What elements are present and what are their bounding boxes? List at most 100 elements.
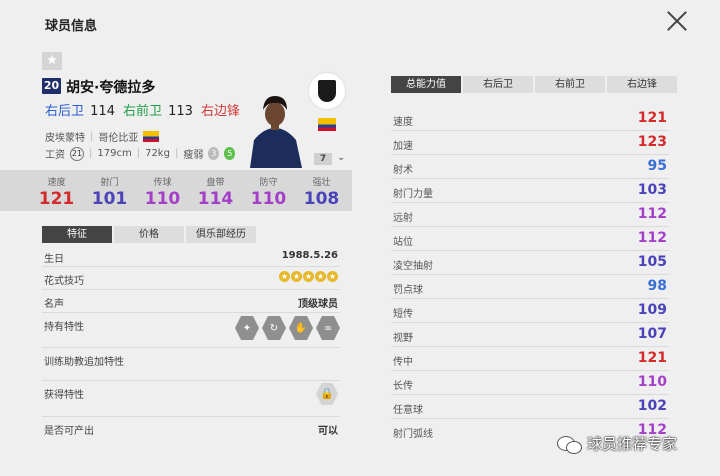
attribute-value: 102 xyxy=(637,398,667,414)
attribute-label: 短传 xyxy=(393,309,413,320)
attribute-value: 121 xyxy=(637,350,667,366)
attribute-value: 112 xyxy=(637,206,667,222)
attribute-value: 105 xyxy=(637,254,667,270)
attribute-row: 传中 121 xyxy=(391,347,669,371)
stat-value: 101 xyxy=(91,189,128,209)
position-rating: 右前卫 113 xyxy=(123,100,193,119)
favorite-star-icon[interactable]: ★ xyxy=(42,52,62,70)
attribute-label: 长传 xyxy=(393,381,413,392)
tab-overall[interactable]: 总能力值 xyxy=(391,76,461,93)
trait-icon[interactable]: ↻ xyxy=(262,316,286,340)
attribute-label: 射术 xyxy=(393,165,413,176)
watermark-text: 球员推荐专家 xyxy=(587,435,678,453)
attribute-label: 射门力量 xyxy=(393,189,433,200)
attribute-label: 视野 xyxy=(393,333,413,344)
stat-value: 110 xyxy=(144,189,181,209)
detail-label: 名声 xyxy=(44,299,64,310)
attribute-label: 罚点球 xyxy=(393,285,423,296)
attribute-row: 加速 123 xyxy=(391,131,669,155)
tab-rm[interactable]: 右前卫 xyxy=(535,76,605,93)
star-icon: ★ xyxy=(279,271,290,282)
stat-label: 盘带 xyxy=(206,178,225,188)
attribute-label: 站位 xyxy=(393,237,413,248)
stat-label: 传球 xyxy=(153,178,172,188)
chevron-down-icon[interactable]: ⌄ xyxy=(337,152,349,164)
detail-label: 生日 xyxy=(44,254,64,265)
attribute-label: 加速 xyxy=(393,141,413,152)
divider: | xyxy=(174,148,179,159)
trait-icon[interactable]: ✋ xyxy=(289,316,313,340)
wechat-icon xyxy=(557,434,582,454)
attribute-value: 107 xyxy=(637,326,667,342)
stat-value: 121 xyxy=(38,189,75,209)
strong-foot-badge: 5 xyxy=(224,147,236,160)
trait-icon[interactable]: ∞ xyxy=(316,316,340,340)
position-rating: 右后卫 114 xyxy=(45,100,115,119)
stat-value: 108 xyxy=(303,189,340,209)
stat-label: 强壮 xyxy=(312,178,331,188)
nation-flag-icon xyxy=(318,118,336,131)
attribute-value: 121 xyxy=(637,110,667,126)
stat-label: 速度 xyxy=(47,178,66,188)
attribute-row: 站位 112 xyxy=(391,227,669,251)
position-value: 113 xyxy=(168,104,193,119)
attribute-row: 速度 121 xyxy=(391,107,669,131)
divider: | xyxy=(136,148,141,159)
ability-tabs: 总能力值 右后卫 右前卫 右边锋 xyxy=(391,76,677,93)
detail-row-skill: 花式技巧 ★ ★ ★ ★ ★ xyxy=(42,267,340,290)
attribute-value: 95 xyxy=(647,158,667,174)
detail-label: 获得特性 xyxy=(44,390,84,401)
attribute-row: 长传 110 xyxy=(391,371,669,395)
stat-item: 射门 101 xyxy=(83,170,136,211)
tab-features[interactable]: 特征 xyxy=(42,226,112,243)
attribute-value: 109 xyxy=(637,302,667,318)
close-icon[interactable] xyxy=(666,10,688,32)
attribute-row: 远射 112 xyxy=(391,203,669,227)
position-label: 右边锋 xyxy=(200,104,240,119)
height: 179cm xyxy=(97,148,132,159)
body-type: 瘦弱 xyxy=(183,150,204,161)
divider: | xyxy=(90,131,94,142)
trait-icon[interactable]: ✦ xyxy=(235,316,259,340)
colombia-flag-icon xyxy=(143,131,160,142)
wage-value: 21 xyxy=(70,146,84,161)
stat-item: 速度 121 xyxy=(30,170,83,211)
stats-bar: 速度 121 射门 101 传球 110 盘带 114 防守 110 强壮 108 xyxy=(0,170,352,211)
detail-value: 可以 xyxy=(318,426,338,437)
attribute-value: 103 xyxy=(637,182,667,198)
detail-label: 训练助教追加特性 xyxy=(44,357,124,368)
player-name: 胡安·夸德拉多 xyxy=(66,80,156,96)
attribute-label: 传中 xyxy=(393,357,413,368)
tab-rb[interactable]: 右后卫 xyxy=(463,76,533,93)
level-badge[interactable]: 7 xyxy=(314,153,332,165)
detail-row-reputation: 名声 顶级球员 xyxy=(42,290,340,313)
attribute-label: 凌空抽射 xyxy=(393,261,433,272)
nationality: 哥伦比亚 xyxy=(98,133,139,144)
detail-value: 顶级球员 xyxy=(298,299,338,310)
detail-value: 1988.5.26 xyxy=(281,250,338,261)
detail-label: 花式技巧 xyxy=(44,276,84,287)
attribute-label: 任意球 xyxy=(393,405,423,416)
page-title: 球员信息 xyxy=(45,19,98,34)
info-tabs: 特征 价格 俱乐部经历 xyxy=(42,226,256,243)
club-nation-row: 皮埃蒙特 | 哥伦比亚 xyxy=(45,129,160,144)
position-value: 114 xyxy=(90,104,115,119)
tab-rw[interactable]: 右边锋 xyxy=(607,76,677,93)
star-icon: ★ xyxy=(291,271,302,282)
attribute-row: 罚点球 98 xyxy=(391,275,669,299)
detail-row-obtain-traits: 获得特性 🔒 xyxy=(42,381,340,417)
detail-row-coach-traits: 训练助教追加特性 xyxy=(42,348,340,381)
wage-label: 工资 xyxy=(45,150,65,161)
star-icon: ★ xyxy=(303,271,314,282)
star-icon: ★ xyxy=(327,271,338,282)
weight: 72kg xyxy=(145,148,170,159)
weak-foot-badge: 3 xyxy=(208,147,220,160)
stat-item: 防守 110 xyxy=(242,170,295,211)
stat-label: 防守 xyxy=(259,178,278,188)
watermark: 球员推荐专家 xyxy=(557,433,677,454)
player-number-badge: 20 xyxy=(42,78,61,94)
tab-price[interactable]: 价格 xyxy=(114,226,184,243)
attribute-row: 射术 95 xyxy=(391,155,669,179)
player-photo xyxy=(244,88,306,168)
tab-club-history[interactable]: 俱乐部经历 xyxy=(186,226,256,243)
